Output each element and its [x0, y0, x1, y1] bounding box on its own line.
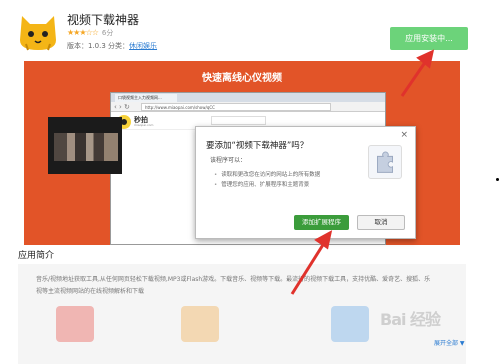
app-title: 视频下载神器: [67, 13, 140, 27]
screenshot-thumb[interactable]: [181, 306, 219, 342]
screenshot-thumb[interactable]: [331, 306, 369, 342]
stars: ★★★☆☆: [67, 28, 99, 37]
browser-address-bar: ‹ › ↻ http://www.miaopai.com/show/qCC: [111, 102, 385, 112]
browser-tab: 口袋视频主入力视频网...: [115, 94, 177, 102]
expand-all-link[interactable]: 展开全部 ▼: [434, 338, 465, 347]
rating-stars: ★★★☆☆ 6分: [67, 28, 113, 38]
site-sub: miaopai.com: [134, 123, 154, 127]
cancel-button[interactable]: 取消: [357, 215, 405, 230]
version-label: 版本：1.0.3 分类：: [67, 42, 130, 50]
app-logo-cat-icon: [20, 16, 56, 51]
permission-item: • 管理您的应用、扩展程序和主题背景: [214, 180, 320, 190]
bullet-icon: •: [214, 172, 218, 178]
puzzle-piece-icon: [368, 145, 402, 179]
intro-title: 应用简介: [18, 251, 55, 261]
add-extension-dialog: 要添加“视频下载神器”吗？ × 该程序可以： • 读取和更改您在访问的网站上的所有…: [195, 126, 416, 239]
dialog-desc: 该程序可以：: [210, 157, 247, 164]
intro-text: 音乐/视频地址获取工具,从任何网页轻松下载视频,MP3或Flash游戏。下载音乐…: [36, 276, 431, 295]
permission-list: • 读取和更改您在访问的网站上的所有数据 • 管理您的应用、扩展程序和主题背景: [214, 170, 320, 190]
bullet-icon: •: [214, 182, 218, 188]
browser-nav-icons: ‹ › ↻: [114, 103, 130, 111]
permission-text: 读取和更改您在访问的网站上的所有数据: [221, 172, 321, 178]
permission-text: 管理您的应用、扩展程序和主题背景: [221, 182, 310, 188]
browser-tabbar: 口袋视频主入力视频网...: [111, 93, 385, 102]
banner-title: 快速离线心仪视频: [202, 73, 282, 84]
install-button[interactable]: 应用安装中...: [390, 27, 468, 50]
app-meta: 版本：1.0.3 分类：休闲娱乐: [67, 41, 157, 51]
category-link[interactable]: 休闲娱乐: [129, 42, 157, 50]
permission-item: • 读取和更改您在访问的网站上的所有数据: [214, 170, 320, 180]
baidu-watermark: Bai 经验: [380, 310, 441, 329]
dialog-title: 要添加“视频下载神器”吗？: [206, 141, 309, 151]
rating-score: 6分: [101, 29, 114, 37]
browser-url: http://www.miaopai.com/show/qCC: [141, 103, 331, 111]
video-people-image: [54, 133, 118, 161]
video-thumbnail: [48, 117, 122, 174]
add-extension-button[interactable]: 添加扩展程序: [294, 215, 349, 230]
page: 视频下载神器 ★★★☆☆ 6分 版本：1.0.3 分类：休闲娱乐 应用安装中...…: [0, 0, 500, 364]
close-icon[interactable]: ×: [400, 130, 408, 140]
screenshot-thumb[interactable]: [56, 306, 94, 342]
site-search: [211, 116, 266, 125]
side-dot: [496, 178, 499, 181]
